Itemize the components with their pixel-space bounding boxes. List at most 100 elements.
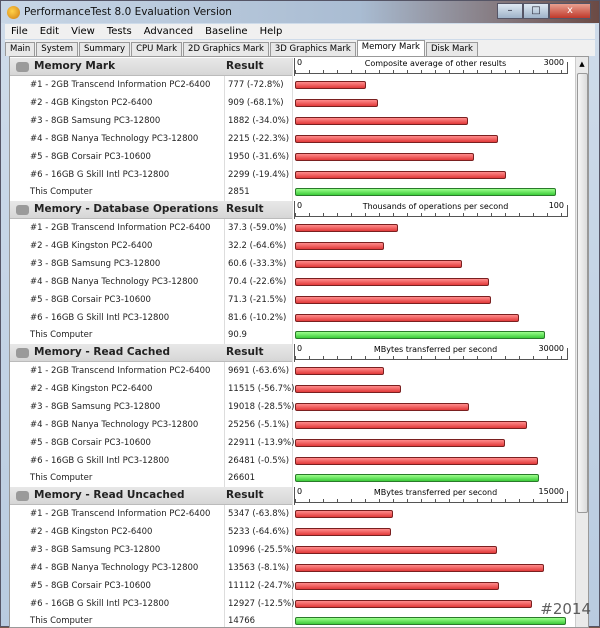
section-title: Memory - Read Uncached — [34, 489, 185, 501]
row-name: #4 - 8GB Nanya Technology PC3-12800 — [30, 419, 199, 430]
tab-2d-graphics-mark[interactable]: 2D Graphics Mark — [183, 42, 269, 56]
table-row[interactable]: #6 - 16GB G Skill Intl PC3-12800 81.6 (-1… — [10, 309, 576, 327]
table-row[interactable]: #4 - 8GB Nanya Technology PC3-12800 13563… — [10, 559, 576, 577]
table-row[interactable]: #6 - 16GB G Skill Intl PC3-12800 26481 (-… — [10, 452, 576, 470]
tab-summary[interactable]: Summary — [79, 42, 131, 56]
table-row[interactable]: #6 - 16GB G Skill Intl PC3-12800 2299 (-1… — [10, 166, 576, 184]
table-row[interactable]: #5 - 8GB Corsair PC3-10600 1950 (-31.6%) — [10, 148, 576, 166]
table-row[interactable]: #1 - 2GB Transcend Information PC2-6400 5… — [10, 505, 576, 523]
tab-system[interactable]: System — [36, 42, 78, 56]
bar-comparison — [295, 438, 506, 447]
table-row[interactable]: #3 - 8GB Samsung PC3-12800 60.6 (-33.3%) — [10, 255, 576, 273]
this-computer-row[interactable]: This Computer 26601 — [10, 469, 576, 487]
axis-end-tick — [567, 491, 568, 503]
row-name: #3 - 8GB Samsung PC3-12800 — [30, 258, 161, 269]
results-panel: Memory Mark Result 0 Composite average of o… — [9, 56, 589, 628]
bar-this-computer — [295, 617, 566, 626]
row-name: #3 - 8GB Samsung PC3-12800 — [30, 115, 161, 126]
bar-comparison — [295, 224, 398, 232]
maximize-button[interactable]: □ — [523, 3, 549, 19]
bar-this-computer — [295, 474, 539, 483]
menu-view[interactable]: View — [65, 26, 101, 37]
row-name: #5 - 8GB Corsair PC3-10600 — [30, 580, 151, 591]
bar-comparison — [295, 563, 544, 572]
row-result: 5347 (-63.8%) — [228, 509, 290, 519]
axis-title: MBytes transferred per second — [373, 345, 498, 354]
bar-this-computer — [295, 331, 545, 340]
row-result: 19018 (-28.5%) — [228, 401, 295, 412]
tab-cpu-mark[interactable]: CPU Mark — [131, 42, 183, 56]
this-computer-row[interactable]: This Computer 2851 — [10, 183, 576, 201]
table-row[interactable]: #5 - 8GB Corsair PC3-10600 22911 (-13.9%) — [10, 434, 576, 452]
row-name: #1 - 2GB Transcend Information PC2-6400 — [30, 509, 211, 519]
bar-comparison — [295, 170, 506, 179]
chart-axis: 0 Composite average of other results 3000 — [294, 58, 576, 76]
row-result: 60.6 (-33.3%) — [228, 258, 287, 269]
table-row[interactable]: #4 - 8GB Nanya Technology PC3-12800 70.4 … — [10, 273, 576, 291]
table-row[interactable]: #2 - 4GB Kingston PC2-6400 5233 (-64.6%) — [10, 523, 576, 541]
row-result: 1882 (-34.0%) — [228, 115, 290, 126]
row-result: 70.4 (-22.6%) — [228, 276, 287, 287]
axis-title: MBytes transferred per second — [373, 488, 498, 497]
axis-ticks — [295, 356, 568, 360]
bar-comparison — [295, 384, 401, 393]
bar-comparison — [295, 402, 470, 411]
row-result: 37.3 (-59.0%) — [228, 223, 287, 233]
row-result: 25256 (-5.1%) — [228, 419, 290, 430]
row-name: #3 - 8GB Samsung PC3-12800 — [30, 544, 161, 555]
bar-comparison — [295, 116, 468, 125]
table-row[interactable]: #4 - 8GB Nanya Technology PC3-12800 25256… — [10, 416, 576, 434]
bar-this-computer — [295, 188, 557, 197]
tab-main[interactable]: Main — [5, 42, 36, 56]
section-title: Memory - Read Cached — [34, 346, 171, 358]
row-name: This Computer — [30, 473, 93, 484]
minimize-button[interactable]: – — [497, 3, 523, 19]
bar-comparison — [295, 545, 497, 554]
table-row[interactable]: #4 - 8GB Nanya Technology PC3-12800 2215 … — [10, 130, 576, 148]
row-name: #5 - 8GB Corsair PC3-10600 — [30, 437, 151, 448]
menu-file[interactable]: File — [5, 26, 34, 37]
table-row[interactable]: #2 - 4GB Kingston PC2-6400 909 (-68.1%) — [10, 94, 576, 112]
row-name: This Computer — [30, 330, 93, 341]
table-row[interactable]: #3 - 8GB Samsung PC3-12800 19018 (-28.5%) — [10, 398, 576, 416]
section-title: Memory Mark — [34, 60, 116, 72]
axis-max-label: 30000 — [538, 344, 564, 353]
vertical-scrollbar[interactable]: ▲ — [575, 57, 588, 627]
table-row[interactable]: #5 - 8GB Corsair PC3-10600 71.3 (-21.5%) — [10, 291, 576, 309]
table-row[interactable]: #6 - 16GB G Skill Intl PC3-12800 12927 (-… — [10, 595, 576, 613]
row-result: 81.6 (-10.2%) — [228, 312, 287, 323]
table-row[interactable]: #5 - 8GB Corsair PC3-10600 11112 (-24.7%) — [10, 577, 576, 595]
menu-edit[interactable]: Edit — [34, 26, 65, 37]
row-result: 9691 (-63.6%) — [228, 366, 290, 376]
app-icon — [7, 5, 20, 19]
table-row[interactable]: #1 - 2GB Transcend Information PC2-6400 9… — [10, 362, 576, 380]
table-row[interactable]: #3 - 8GB Samsung PC3-12800 1882 (-34.0%) — [10, 112, 576, 130]
axis-max-label: 100 — [548, 201, 564, 210]
memory-icon — [16, 348, 29, 358]
section-memory-read-cached: Memory - Read Cached Result 0 MBytes transf… — [10, 344, 576, 487]
table-row[interactable]: #1 - 2GB Transcend Information PC2-6400 3… — [10, 219, 576, 237]
table-row[interactable]: #3 - 8GB Samsung PC3-12800 10996 (-25.5%) — [10, 541, 576, 559]
row-name: #2 - 4GB Kingston PC2-6400 — [30, 526, 153, 537]
table-row[interactable]: #1 - 2GB Transcend Information PC2-6400 7… — [10, 76, 576, 94]
bar-comparison — [295, 259, 462, 268]
tab-memory-mark[interactable]: Memory Mark — [356, 40, 425, 57]
row-result: 26601 — [228, 473, 256, 484]
menu-baseline[interactable]: Baseline — [199, 26, 253, 37]
table-row[interactable]: #2 - 4GB Kingston PC2-6400 11515 (-56.7%) — [10, 380, 576, 398]
row-result: 1950 (-31.6%) — [228, 151, 290, 162]
menu-tests[interactable]: Tests — [101, 26, 138, 37]
bar-comparison — [295, 98, 379, 107]
table-row[interactable]: #2 - 4GB Kingston PC2-6400 32.2 (-64.6%) — [10, 237, 576, 255]
this-computer-row[interactable]: This Computer 14766 — [10, 612, 576, 627]
tab-disk-mark[interactable]: Disk Mark — [425, 42, 478, 56]
this-computer-row[interactable]: This Computer 90.9 — [10, 326, 576, 344]
menu-help[interactable]: Help — [254, 26, 289, 37]
scroll-up-arrow-icon[interactable]: ▲ — [576, 57, 588, 71]
result-header: Result — [226, 489, 264, 501]
menu-advanced[interactable]: Advanced — [138, 26, 199, 37]
tab-3d-graphics-mark[interactable]: 3D Graphics Mark — [269, 42, 356, 56]
scrollbar-thumb[interactable] — [577, 73, 588, 513]
row-name: #5 - 8GB Corsair PC3-10600 — [30, 151, 151, 162]
close-button[interactable]: x — [549, 3, 591, 19]
